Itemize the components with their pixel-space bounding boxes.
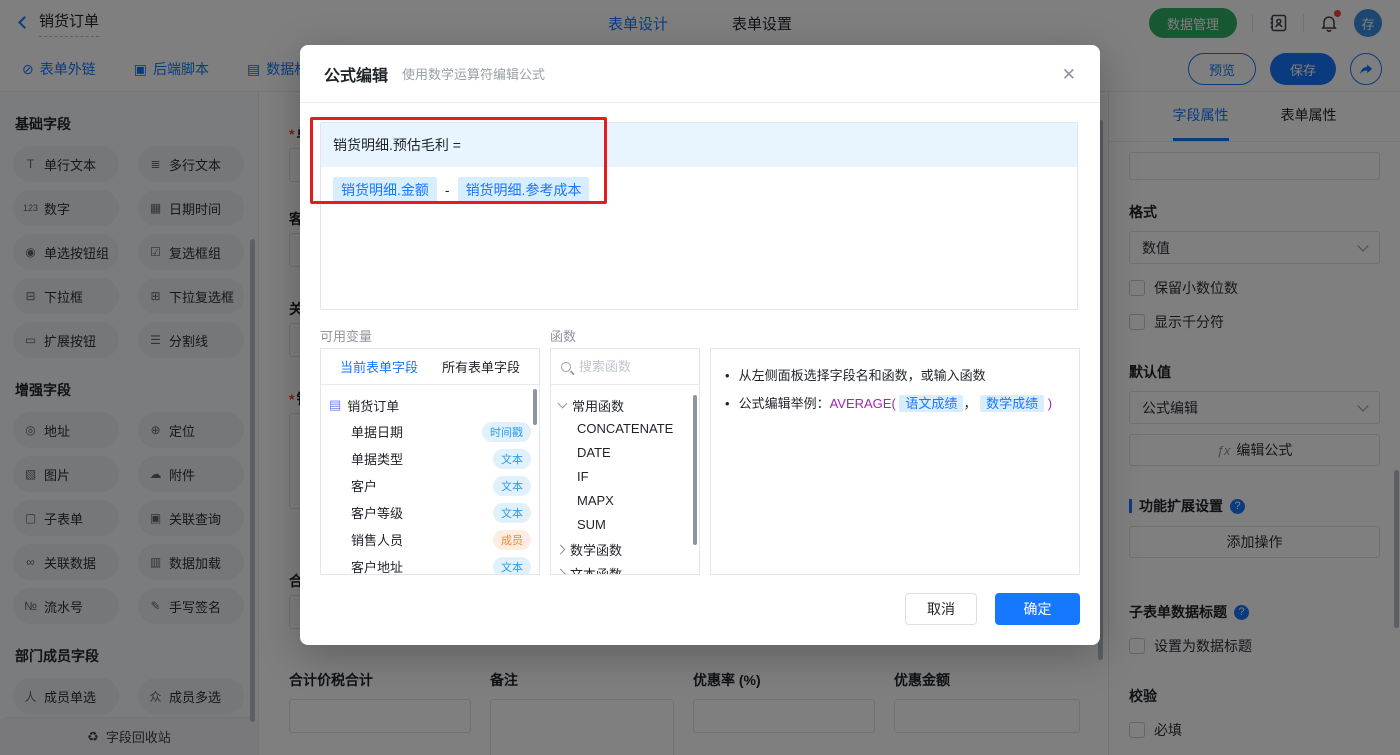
search-icon — [561, 361, 571, 372]
chevron-down-icon — [557, 398, 568, 409]
function-item-if[interactable]: IF — [551, 465, 699, 489]
variable-item[interactable]: 单据日期 时间戳 — [329, 418, 531, 445]
modal-header: 公式编辑 使用数学运算符编辑公式 — [300, 45, 1100, 103]
group-label: 数学函数 — [570, 542, 623, 558]
variable-name: 客户 — [351, 479, 378, 494]
formula-editor-modal: 公式编辑 使用数学运算符编辑公式 ✕ 销货明细.预估毛利 = 销货明细.金额 -… — [300, 45, 1100, 645]
example-chip-math: 数学成绩 — [980, 395, 1045, 412]
variable-name: 单据日期 — [351, 425, 404, 440]
variable-item[interactable]: 客户等级 文本 — [329, 499, 531, 526]
variables-label: 可用变量 — [320, 329, 373, 344]
type-badge: 成员 — [493, 529, 531, 550]
form-name: 销货订单 — [347, 398, 400, 414]
formula-target-line: 销货明细.预估毛利 = — [321, 123, 1077, 167]
group-common-functions[interactable]: 常用函数 — [551, 393, 699, 417]
function-list: 常用函数 CONCATENATE DATE IF MAPX SUM 数学函数 文… — [551, 385, 699, 575]
variable-name: 客户地址 — [351, 560, 404, 575]
variable-name: 单据类型 — [351, 452, 404, 467]
bullet: • — [725, 396, 730, 411]
type-badge: 文本 — [493, 448, 531, 469]
tab-current-form-fields[interactable]: 当前表单字段 — [340, 357, 418, 376]
variable-item[interactable]: 单据类型 文本 — [329, 445, 531, 472]
formula-expression-line: 销货明细.金额 - 销货明细.参考成本 — [333, 177, 1065, 203]
functions-scrollbar[interactable] — [693, 395, 697, 545]
function-item-mapx[interactable]: MAPX — [551, 489, 699, 513]
formula-operator: - — [444, 182, 450, 198]
example-function-name: AVERAGE( — [829, 396, 896, 411]
example-paren-close: ) — [1047, 396, 1053, 411]
group-math-functions[interactable]: 数学函数 — [551, 537, 699, 561]
tab-all-form-fields[interactable]: 所有表单字段 — [442, 357, 520, 376]
group-label: 文本函数 — [570, 566, 623, 575]
tip-example: 公式编辑举例：AVERAGE( 语文成绩， 数学成绩 ) — [738, 393, 1053, 415]
form-doc-icon: ▤ — [329, 397, 342, 412]
function-search-row — [551, 349, 699, 385]
example-comma: ， — [963, 396, 977, 411]
modal-subtitle: 使用数学运算符编辑公式 — [402, 67, 546, 82]
function-item-concatenate[interactable]: CONCATENATE — [551, 417, 699, 441]
variable-item[interactable]: 客户地址 文本 — [329, 553, 531, 575]
group-label: 常用函数 — [572, 398, 625, 414]
group-text-functions[interactable]: 文本函数 — [551, 561, 699, 575]
type-badge: 时间戳 — [482, 421, 531, 442]
variables-panel: 当前表单字段 所有表单字段 ▤ 销货订单 单据日期 时间戳 单据类型 文本 客户… — [320, 348, 540, 575]
tips-panel: • 从左侧面板选择字段名和函数，或输入函数 • 公式编辑举例：AVERAGE( … — [710, 348, 1080, 575]
functions-panel: 常用函数 CONCATENATE DATE IF MAPX SUM 数学函数 文… — [550, 348, 700, 575]
type-badge: 文本 — [493, 556, 531, 574]
close-icon[interactable]: ✕ — [1058, 61, 1080, 89]
cancel-button[interactable]: 取消 — [905, 593, 977, 625]
formula-editor-area[interactable]: 销货明细.预估毛利 = 销货明细.金额 - 销货明细.参考成本 — [320, 122, 1078, 310]
formula-chip-ref-cost[interactable]: 销货明细.参考成本 — [457, 177, 590, 203]
tip-line-2: • 公式编辑举例：AVERAGE( 语文成绩， 数学成绩 ) — [725, 393, 1065, 415]
tip-text: 从左侧面板选择字段名和函数，或输入函数 — [738, 368, 986, 383]
functions-label: 函数 — [550, 329, 577, 344]
variable-name: 客户等级 — [351, 506, 404, 521]
type-badge: 文本 — [493, 475, 531, 496]
variables-tree: ▤ 销货订单 单据日期 时间戳 单据类型 文本 客户 文本 客户等级 文本 销售… — [321, 385, 539, 575]
variable-name: 销售人员 — [351, 533, 404, 548]
variables-scrollbar[interactable] — [533, 389, 537, 425]
function-item-sum[interactable]: SUM — [551, 513, 699, 537]
function-search-input[interactable] — [579, 359, 674, 374]
variable-item[interactable]: 销售人员 成员 — [329, 526, 531, 553]
bullet: • — [725, 368, 730, 383]
variables-tabs: 当前表单字段 所有表单字段 — [321, 349, 539, 385]
tip-line-1: • 从左侧面板选择字段名和函数，或输入函数 — [725, 365, 1065, 387]
formula-chip-amount[interactable]: 销货明细.金额 — [333, 177, 437, 203]
chevron-right-icon — [555, 568, 566, 574]
example-prefix: 公式编辑举例： — [738, 396, 830, 411]
modal-title: 公式编辑 — [324, 67, 389, 85]
function-item-date[interactable]: DATE — [551, 441, 699, 465]
chevron-right-icon — [555, 544, 566, 554]
tree-root-form[interactable]: ▤ 销货订单 — [329, 392, 531, 418]
example-chip-chinese: 语文成绩 — [899, 395, 964, 412]
type-badge: 文本 — [493, 502, 531, 523]
variable-item[interactable]: 客户 文本 — [329, 472, 531, 499]
confirm-button[interactable]: 确定 — [995, 593, 1080, 625]
